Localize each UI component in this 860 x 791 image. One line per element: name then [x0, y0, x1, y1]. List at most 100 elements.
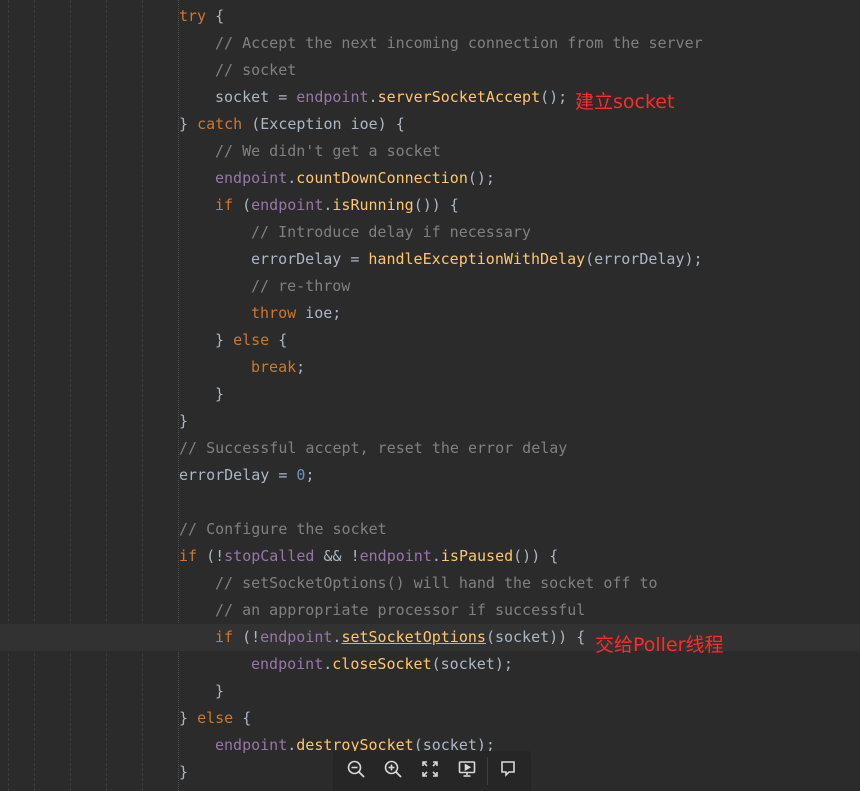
- comment-button[interactable]: [491, 755, 525, 787]
- code-token: closeSocket: [332, 655, 432, 673]
- code-token: endpoint: [251, 655, 324, 673]
- code-line[interactable]: }: [179, 759, 188, 786]
- code-token: }: [179, 412, 189, 430]
- code-line[interactable]: endpoint.countDownConnection();: [215, 165, 495, 192]
- code-token: }: [179, 115, 198, 133]
- code-token: // We didn't get a socket: [215, 142, 441, 160]
- code-token: // an appropriate processor if successfu…: [215, 601, 586, 619]
- code-line[interactable]: // Introduce delay if necessary: [251, 219, 531, 246]
- code-token: if: [215, 196, 234, 214]
- slideshow-icon: [457, 759, 477, 783]
- code-token: endpoint: [260, 628, 333, 646]
- code-token: }: [179, 709, 198, 727]
- code-token: // Configure the socket: [179, 520, 387, 538]
- code-line[interactable]: }: [179, 408, 188, 435]
- indent-guide: [8, 0, 9, 791]
- code-token: && !: [314, 547, 360, 565]
- code-line[interactable]: socket = endpoint.serverSocketAccept();: [215, 84, 567, 111]
- code-token: }: [215, 682, 225, 700]
- code-token: handleExceptionWithDelay: [368, 250, 586, 268]
- code-token: endpoint: [296, 88, 369, 106]
- code-token: {: [233, 709, 252, 727]
- code-line[interactable]: // Accept the next incoming connection f…: [215, 30, 703, 57]
- code-token: stopCalled: [224, 547, 315, 565]
- code-token: }: [215, 331, 234, 349]
- code-token: {: [269, 331, 288, 349]
- code-token: socket =: [215, 88, 297, 106]
- code-token: setSocketOptions: [341, 628, 486, 646]
- code-line[interactable]: errorDelay = handleExceptionWithDelay(er…: [251, 246, 703, 273]
- code-token: // socket: [215, 61, 297, 79]
- indent-guide: [70, 0, 71, 791]
- annotation-create-socket: 建立socket: [575, 91, 675, 113]
- indent-guide: [142, 0, 143, 791]
- code-line[interactable]: errorDelay = 0;: [179, 462, 314, 489]
- code-line[interactable]: }: [215, 381, 224, 408]
- code-token: (: [233, 196, 252, 214]
- code-token: endpoint: [359, 547, 432, 565]
- code-token: ioe;: [296, 304, 342, 322]
- code-line[interactable]: // Configure the socket: [179, 516, 387, 543]
- code-token: .: [368, 88, 378, 106]
- code-line[interactable]: } else {: [179, 705, 251, 732]
- code-token: // Accept the next incoming connection f…: [215, 34, 703, 52]
- code-token: (!: [233, 628, 261, 646]
- zoom-in-button[interactable]: [376, 755, 410, 787]
- code-token: endpoint: [215, 736, 288, 754]
- code-token: ()) {: [513, 547, 559, 565]
- code-line[interactable]: if (!endpoint.setSocketOptions(socket)) …: [215, 624, 585, 651]
- code-token: isRunning: [332, 196, 414, 214]
- code-line[interactable]: throw ioe;: [251, 300, 341, 327]
- code-line[interactable]: endpoint.closeSocket(socket);: [251, 651, 513, 678]
- code-token: (socket);: [431, 655, 513, 673]
- code-line[interactable]: } catch (Exception ioe) {: [179, 111, 405, 138]
- code-token: }: [215, 385, 225, 403]
- code-token: catch: [197, 115, 243, 133]
- code-token: {: [206, 7, 225, 25]
- code-line[interactable]: if (!stopCalled && !endpoint.isPaused())…: [179, 543, 558, 570]
- code-token: errorDelay =: [251, 250, 369, 268]
- code-line[interactable]: break;: [251, 354, 305, 381]
- code-line[interactable]: // We didn't get a socket: [215, 138, 441, 165]
- code-token: ;: [305, 466, 315, 484]
- code-token: // Successful accept, reset the error de…: [179, 439, 568, 457]
- code-line[interactable]: try {: [179, 3, 224, 30]
- code-token: // Introduce delay if necessary: [251, 223, 531, 241]
- code-editor[interactable]: try { // Accept the next incoming connect…: [0, 0, 860, 791]
- code-token: ()) {: [413, 196, 459, 214]
- code-token: break: [251, 358, 297, 376]
- code-line[interactable]: }: [215, 678, 224, 705]
- code-token: try: [179, 7, 207, 25]
- zoom-out-button[interactable]: [339, 755, 373, 787]
- code-token: endpoint: [251, 196, 324, 214]
- code-line[interactable]: if (endpoint.isRunning()) {: [215, 192, 459, 219]
- code-token: ();: [540, 88, 568, 106]
- fullscreen-icon: [420, 759, 440, 783]
- indent-guide: [34, 0, 35, 791]
- code-token: endpoint: [215, 169, 288, 187]
- code-token: else: [233, 331, 270, 349]
- code-token: serverSocketAccept: [377, 88, 541, 106]
- code-token: .: [431, 547, 441, 565]
- code-token: (!: [197, 547, 225, 565]
- code-token: // re-throw: [251, 277, 351, 295]
- fullscreen-button[interactable]: [413, 755, 447, 787]
- code-token: countDownConnection: [296, 169, 468, 187]
- code-token: }: [179, 763, 189, 781]
- code-token: .: [287, 736, 297, 754]
- code-line[interactable]: // socket: [215, 57, 296, 84]
- code-line[interactable]: // an appropriate processor if successfu…: [215, 597, 585, 624]
- code-line[interactable]: } else {: [215, 327, 287, 354]
- image-viewer-toolbar: [333, 751, 531, 791]
- code-token: (Exception ioe) {: [242, 115, 405, 133]
- code-token: if: [179, 547, 198, 565]
- code-token: throw: [251, 304, 297, 322]
- slideshow-button[interactable]: [450, 755, 484, 787]
- code-line[interactable]: // re-throw: [251, 273, 350, 300]
- code-token: isPaused: [440, 547, 514, 565]
- code-line[interactable]: // setSocketOptions() will hand the sock…: [215, 570, 658, 597]
- code-token: (socket)) {: [485, 628, 586, 646]
- code-token: .: [323, 655, 333, 673]
- code-token: .: [287, 169, 297, 187]
- code-line[interactable]: // Successful accept, reset the error de…: [179, 435, 567, 462]
